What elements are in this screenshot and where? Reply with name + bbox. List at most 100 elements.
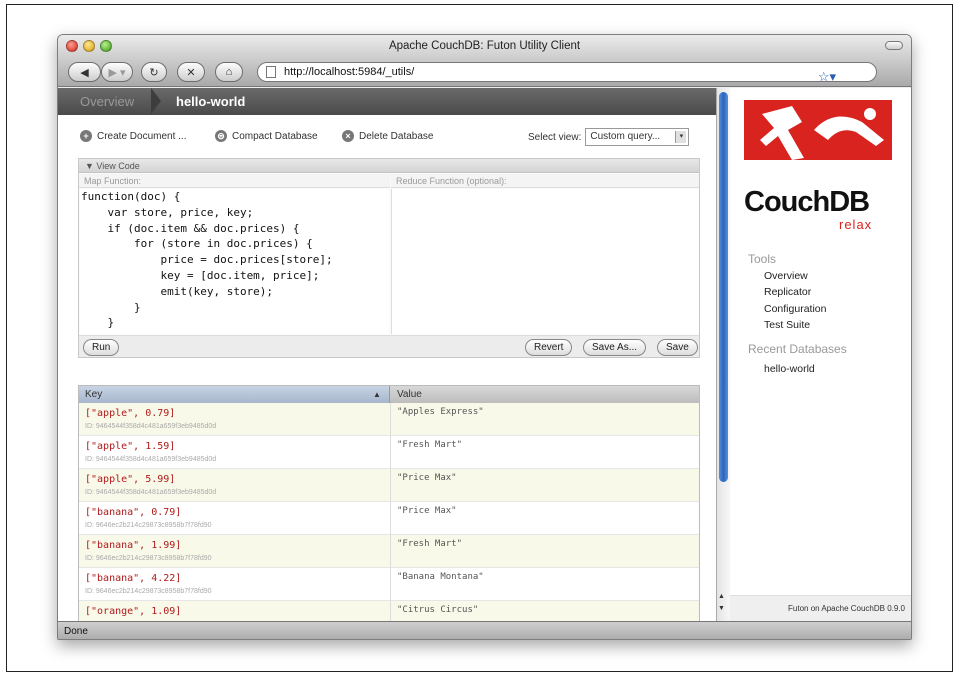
delete-database-label: Delete Database — [359, 130, 434, 142]
save-button[interactable]: Save — [657, 339, 698, 356]
results-table: Key ▲ Value ["apple", 0.79] ID: 9464544f3… — [78, 385, 700, 622]
row-id: ID: 9464544f358d4c481a659f3eb9485d0d — [85, 489, 217, 496]
key-column-label: Key — [85, 389, 103, 400]
browser-window: Apache CouchDB: Futon Utility Client ◀ ▶… — [57, 34, 912, 640]
row-value: "Price Max" — [397, 506, 457, 516]
reload-icon: ↻ — [149, 66, 159, 79]
results-rows: ["apple", 0.79] ID: 9464544f358d4c481a659… — [79, 403, 699, 621]
sidebar-item-replicator[interactable]: Replicator — [764, 286, 811, 298]
row-value: "Citrus Circus" — [397, 605, 479, 615]
view-select-value: Custom query... — [590, 131, 661, 142]
table-row[interactable]: ["apple", 5.99] ID: 9464544f358d4c481a659… — [79, 469, 699, 502]
map-function-editor[interactable]: function(doc) { var store, price, key; i… — [80, 189, 389, 334]
home-button[interactable]: ⌂ — [215, 62, 243, 82]
scrollbar-thumb[interactable] — [719, 92, 728, 482]
row-key: ["apple", 1.59] — [85, 441, 176, 452]
stop-button[interactable]: ✕ — [177, 62, 205, 82]
title-bar: Apache CouchDB: Futon Utility Client — [58, 35, 911, 57]
table-row[interactable]: ["apple", 1.59] ID: 9464544f358d4c481a659… — [79, 436, 699, 469]
sort-asc-icon: ▲ — [373, 390, 381, 399]
create-document-label: Create Document ... — [97, 130, 187, 142]
delete-icon: × — [342, 130, 354, 142]
stop-icon: ✕ — [186, 66, 196, 79]
view-code-toggle[interactable]: ▼ View Code — [79, 159, 699, 173]
table-row[interactable]: ["orange", 1.09] "Citrus Circus" — [79, 601, 699, 621]
status-bar: Done — [58, 621, 911, 639]
key-column-header[interactable]: Key ▲ — [79, 386, 390, 403]
row-key: ["banana", 0.79] — [85, 507, 182, 518]
page-icon — [266, 66, 276, 78]
save-as-button[interactable]: Save As... — [583, 339, 647, 356]
tools-heading: Tools — [748, 252, 777, 266]
table-row[interactable]: ["banana", 0.79] ID: 9646ec2b214c29873c89… — [79, 502, 699, 535]
dropdown-arrow-icon: ▾ — [675, 131, 687, 143]
column-divider — [390, 403, 391, 436]
back-button[interactable]: ◀ — [68, 62, 101, 82]
view-code-footer: Run Revert Save As... Save — [79, 335, 699, 357]
row-value: "Price Max" — [397, 473, 457, 483]
database-actions: + Create Document ... ⊜ Compact Database… — [58, 128, 716, 148]
sidebar-item-test-suite[interactable]: Test Suite — [764, 319, 810, 331]
couchdb-logo — [744, 100, 892, 160]
column-divider — [390, 601, 391, 621]
forward-arrow-icon: ▶ ▾ — [108, 66, 126, 79]
minimize-window-icon[interactable] — [83, 40, 95, 52]
sidebar-item-configuration[interactable]: Configuration — [764, 303, 826, 315]
view-code-panel: ▼ View Code Map Function: Reduce Functio… — [78, 158, 700, 358]
window-title: Apache CouchDB: Futon Utility Client — [388, 40, 581, 52]
row-key: ["banana", 1.99] — [85, 540, 182, 551]
row-value: "Fresh Mart" — [397, 539, 463, 549]
breadcrumb-overview[interactable]: Overview — [80, 94, 134, 109]
recent-databases-heading: Recent Databases — [748, 342, 847, 356]
breadcrumb: Overview hello-world — [58, 88, 716, 115]
value-column-header: Value — [397, 389, 422, 400]
main-content: Overview hello-world + Create Document .… — [58, 88, 716, 622]
back-arrow-icon: ◀ — [80, 66, 89, 79]
sidebar-item-overview[interactable]: Overview — [764, 270, 808, 282]
row-key: ["apple", 0.79] — [85, 408, 176, 419]
results-header: Key ▲ Value — [79, 386, 699, 403]
toolbar-toggle-icon[interactable] — [885, 41, 903, 50]
address-bar[interactable]: http://localhost:5984/_utils/ ☆▾ — [257, 62, 877, 84]
zoom-window-icon[interactable] — [100, 40, 112, 52]
sidebar-item-hello-world[interactable]: hello-world — [764, 363, 815, 375]
window-controls — [66, 40, 112, 52]
table-row[interactable]: ["banana", 4.22] ID: 9646ec2b214c29873c89… — [79, 568, 699, 601]
sidebar-footer: Futon on Apache CouchDB 0.9.0 — [730, 595, 911, 621]
table-row[interactable]: ["apple", 0.79] ID: 9464544f358d4c481a659… — [79, 403, 699, 436]
logo-text: CouchDB — [744, 186, 870, 218]
scroll-down-icon[interactable]: ▼ — [718, 605, 725, 612]
scroll-up-icon[interactable]: ▲ — [718, 593, 725, 600]
url-text: http://localhost:5984/_utils/ — [284, 66, 415, 78]
delete-database-button[interactable]: × Delete Database — [342, 130, 434, 142]
column-divider — [390, 469, 391, 502]
compact-database-label: Compact Database — [232, 130, 318, 142]
reduce-function-editor[interactable] — [391, 189, 699, 334]
column-divider — [390, 502, 391, 535]
row-value: "Banana Montana" — [397, 572, 484, 582]
reload-button[interactable]: ↻ — [141, 62, 167, 82]
table-row[interactable]: ["banana", 1.99] ID: 9646ec2b214c29873c89… — [79, 535, 699, 568]
compact-database-button[interactable]: ⊜ Compact Database — [215, 130, 318, 142]
revert-button[interactable]: Revert — [525, 339, 573, 356]
select-view: Select view: Custom query... ▾ — [528, 128, 690, 146]
compact-icon: ⊜ — [215, 130, 227, 142]
breadcrumb-current: hello-world — [176, 94, 246, 109]
bookmark-star-icon[interactable]: ☆▾ — [818, 68, 836, 86]
run-button[interactable]: Run — [83, 339, 120, 356]
row-key: ["apple", 5.99] — [85, 474, 176, 485]
home-icon: ⌂ — [225, 66, 233, 78]
map-function-label: Map Function: — [79, 174, 390, 188]
column-divider — [390, 535, 391, 568]
view-select[interactable]: Custom query... ▾ — [585, 128, 690, 146]
close-window-icon[interactable] — [66, 40, 78, 52]
select-view-label: Select view: — [528, 131, 582, 143]
row-id: ID: 9646ec2b214c29873c8958b7f78fd90 — [85, 588, 212, 595]
row-id: ID: 9464544f358d4c481a659f3eb9485d0d — [85, 456, 217, 463]
scrollbar[interactable]: ▲ ▼ — [716, 88, 730, 621]
create-document-button[interactable]: + Create Document ... — [80, 130, 186, 142]
forward-button[interactable]: ▶ ▾ — [101, 62, 133, 82]
sidebar: CouchDB relax Tools Overview Replicator … — [730, 88, 911, 621]
row-id: ID: 9646ec2b214c29873c8958b7f78fd90 — [85, 555, 212, 562]
reduce-function-label: Reduce Function (optional): — [391, 174, 699, 188]
